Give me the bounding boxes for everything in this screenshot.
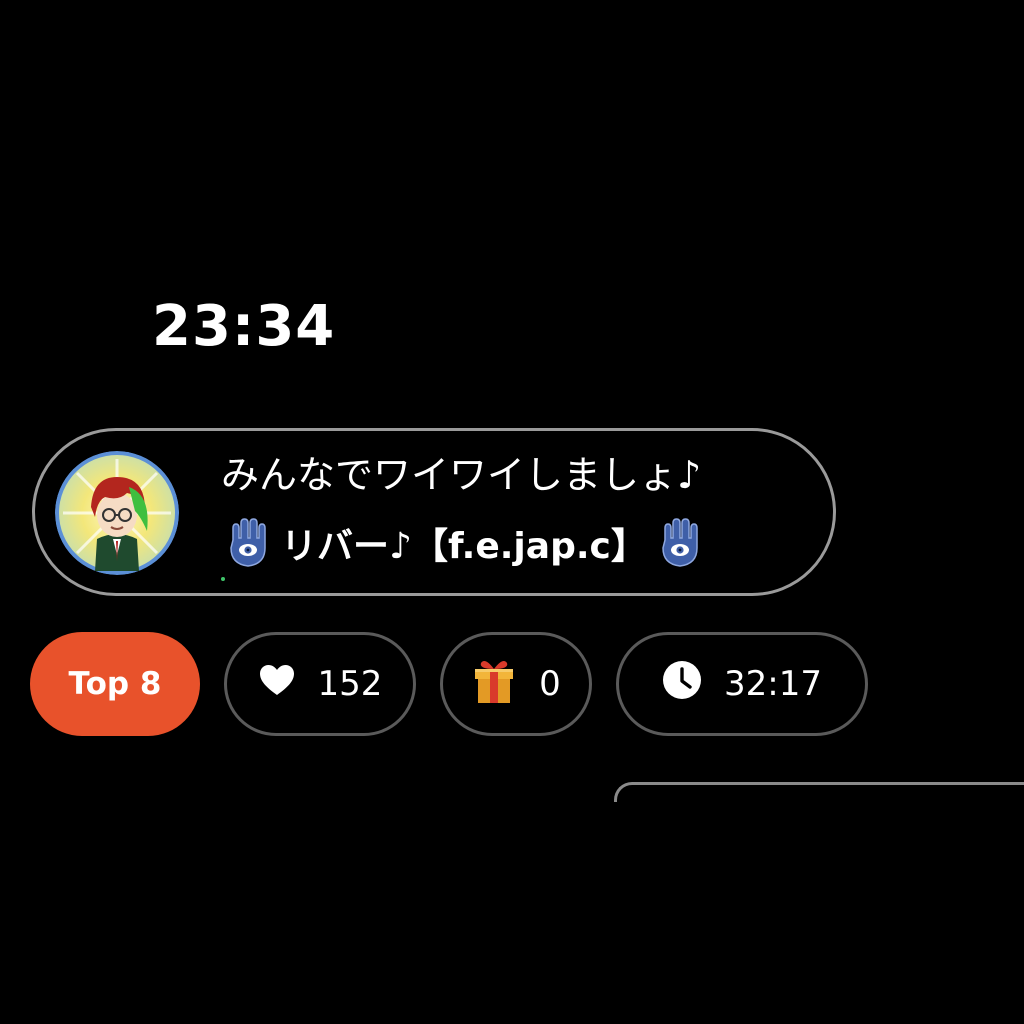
hamsa-hand-icon	[225, 518, 271, 568]
panel-edge	[614, 782, 1024, 802]
hamsa-hand-icon	[657, 518, 703, 568]
gifts-count: 0	[539, 664, 561, 704]
clock-icon	[662, 660, 702, 709]
gifts-pill[interactable]: 0	[440, 632, 592, 736]
host-name-line[interactable]: リバー♪【f.e.jap.c】	[225, 515, 703, 571]
gift-box-icon	[471, 655, 517, 714]
live-room-screen: 23:34 みんなでワイワイしましょ♪ リバー♪【f.e.jap.c】 Top …	[0, 0, 1024, 1024]
likes-pill[interactable]: 152	[224, 632, 416, 736]
clock-time: 23:34	[152, 294, 336, 359]
online-status-dot	[221, 577, 225, 581]
heart-icon	[258, 663, 296, 706]
host-avatar[interactable]	[55, 451, 179, 575]
host-name: リバー♪【f.e.jap.c】	[281, 526, 647, 567]
rank-badge[interactable]: Top 8	[30, 632, 200, 736]
room-title: みんなでワイワイしましょ♪	[221, 453, 702, 497]
room-info-card[interactable]: みんなでワイワイしましょ♪ リバー♪【f.e.jap.c】	[32, 428, 836, 596]
likes-count: 152	[317, 664, 383, 704]
duration-pill[interactable]: 32:17	[616, 632, 868, 736]
duration-time: 32:17	[724, 664, 822, 704]
